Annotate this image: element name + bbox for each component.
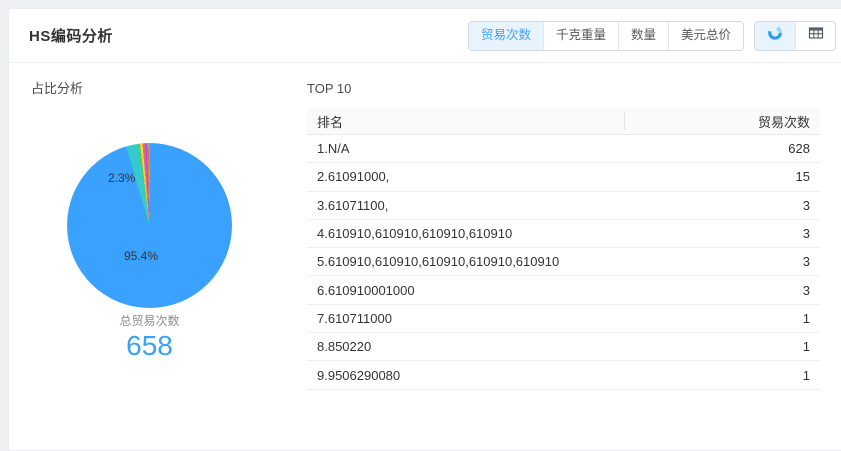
table-row[interactable]: 8.850220 1 — [307, 333, 820, 361]
card-header: HS编码分析 贸易次数 千克重量 数量 美元总价 — [9, 9, 841, 63]
pie-view-button[interactable] — [755, 22, 795, 50]
rank-cell: 6.610910001000 — [307, 283, 625, 298]
rank-cell: 4.610910,610910,610910,610910 — [307, 226, 625, 241]
value-cell: 3 — [625, 283, 820, 298]
tab-kg-weight[interactable]: 千克重量 — [543, 22, 618, 50]
pie-chart[interactable] — [67, 143, 232, 308]
rank-cell: 5.610910,610910,610910,610910,610910 — [307, 254, 625, 269]
table-row[interactable]: 7.610711000 1 — [307, 305, 820, 333]
header-toolbar: 贸易次数 千克重量 数量 美元总价 — [468, 21, 836, 51]
column-header-value: 贸易次数 — [625, 112, 820, 131]
proportion-title: 占比分析 — [31, 81, 299, 97]
rank-cell: 3.61071100, — [307, 198, 625, 213]
tab-usd-total[interactable]: 美元总价 — [668, 22, 743, 50]
value-cell: 3 — [625, 198, 820, 213]
top10-panel: TOP 10 排名 贸易次数 1.N/A 628 2.61091000, 15 … — [299, 63, 841, 443]
pie-chart-icon — [767, 25, 783, 46]
table-row[interactable]: 2.61091000, 15 — [307, 163, 820, 191]
value-cell: 3 — [625, 254, 820, 269]
total-label: 总贸易次数 — [67, 312, 232, 329]
table-view-button[interactable] — [795, 22, 835, 50]
table-row[interactable]: 1.N/A 628 — [307, 135, 820, 163]
rank-cell: 8.850220 — [307, 339, 625, 354]
rank-cell: 2.61091000, — [307, 169, 625, 184]
value-cell: 1 — [625, 368, 820, 383]
proportion-panel: 占比分析 2.3% 95.4% 总贸易次数 658 — [9, 63, 299, 443]
tab-trade-count[interactable]: 贸易次数 — [469, 22, 543, 50]
rank-cell: 1.N/A — [307, 141, 625, 156]
table-row[interactable]: 6.610910001000 3 — [307, 276, 820, 304]
column-header-rank: 排名 — [307, 108, 625, 134]
pie-chart-wrap: 2.3% 95.4% — [67, 143, 232, 308]
value-cell: 15 — [625, 169, 820, 184]
table-row[interactable]: 5.610910,610910,610910,610910,610910 3 — [307, 248, 820, 276]
hs-code-analysis-card: HS编码分析 贸易次数 千克重量 数量 美元总价 — [8, 8, 841, 451]
value-cell: 3 — [625, 226, 820, 241]
tab-quantity[interactable]: 数量 — [618, 22, 668, 50]
total-block: 总贸易次数 658 — [67, 312, 232, 362]
rank-cell: 7.610711000 — [307, 311, 625, 326]
table-icon — [808, 25, 824, 46]
table-row[interactable]: 4.610910,610910,610910,610910 3 — [307, 220, 820, 248]
card-content: 占比分析 2.3% 95.4% 总贸易次数 658 TOP 10 排名 贸易次数… — [9, 63, 841, 443]
table-header-row: 排名 贸易次数 — [307, 108, 820, 135]
pie-percent-secondary: 2.3% — [108, 171, 135, 185]
rank-cell: 9.9506290080 — [307, 368, 625, 383]
value-cell: 1 — [625, 339, 820, 354]
metric-tab-group: 贸易次数 千克重量 数量 美元总价 — [468, 21, 744, 51]
top10-title: TOP 10 — [307, 81, 820, 97]
total-value: 658 — [67, 330, 232, 362]
view-toggle-group — [754, 21, 836, 51]
table-row[interactable]: 3.61071100, 3 — [307, 192, 820, 220]
value-cell: 628 — [625, 141, 820, 156]
table-row[interactable]: 9.9506290080 1 — [307, 361, 820, 389]
page-title: HS编码分析 — [29, 25, 113, 46]
value-cell: 1 — [625, 311, 820, 326]
pie-percent-primary: 95.4% — [124, 249, 158, 263]
top10-table: 排名 贸易次数 1.N/A 628 2.61091000, 15 3.61071… — [307, 108, 820, 390]
